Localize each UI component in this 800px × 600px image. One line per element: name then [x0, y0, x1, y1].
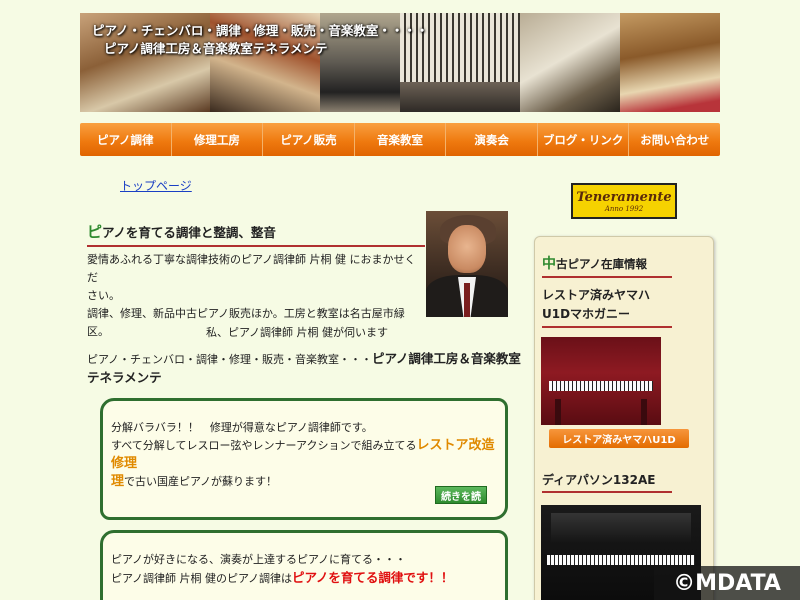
heading-first-char: ピ [87, 223, 103, 241]
portrait-tie [464, 283, 470, 317]
piano2-shine [551, 513, 691, 543]
logo-subtext: Anno 1992 [604, 204, 644, 213]
teneramente-logo[interactable]: Teneramente Anno 1992 [571, 183, 677, 219]
tagline-plain: ピアノ・チェンバロ・調律・修理・販売・音楽教室・・・ [87, 353, 373, 366]
nav-item-blog[interactable]: ブログ・リンク [538, 123, 630, 156]
nav-item-tuning[interactable]: ピアノ調律 [80, 123, 172, 156]
intro-line-2: さい。 [87, 289, 120, 302]
restore-line-1: 分解バラバラ！！ 修理が得意なピアノ調律師です。 [111, 421, 373, 434]
main-nav: ピアノ調律 修理工房 ピアノ販売 音楽教室 演奏会 ブログ・リンク お問い合わせ [80, 123, 720, 156]
piano1-title-line-1: レストア済みヤマハ [542, 288, 651, 302]
nav-item-sales[interactable]: ピアノ販売 [263, 123, 355, 156]
feature-box-restore: 分解バラバラ！！ 修理が得意なピアノ調律師です。 すべて分解してレスロー弦やレン… [100, 398, 508, 520]
piano1-leg-right [641, 399, 647, 425]
portrait-face [448, 225, 486, 273]
restore-line-2-pre: すべて分解してレスロー弦やレンナーアクションで組み立てる [111, 439, 417, 452]
piano1-title[interactable]: レストア済みヤマハ U1Dマホガニー [542, 286, 672, 328]
restore-line-2: すべて分解してレスロー弦やレンナーアクションで組み立てるレストア改造修理 [111, 437, 503, 473]
logo-text: Teneramente [576, 189, 672, 205]
piano2-keys [547, 555, 695, 565]
nav-item-contact[interactable]: お問い合わせ [629, 123, 720, 156]
header-banner: ピアノ・チェンバロ・調律・修理・販売・音楽教室・・・・ ピアノ調律工房＆音楽教室… [80, 13, 720, 112]
banner-photo-grand-piano [620, 13, 720, 112]
piano1-photo[interactable] [541, 337, 661, 425]
sidebar-heading-rest: 古ピアノ在庫情報 [556, 257, 647, 271]
intro-line-1: 愛情あふれる丁寧な調律技術のピアノ調律師 片桐 健 におまかせくだ [87, 253, 416, 284]
piano2-title[interactable]: ディアパソン132AE [542, 471, 672, 493]
watermark: ©MDATA [654, 566, 800, 600]
nav-item-school[interactable]: 音楽教室 [355, 123, 447, 156]
read-more-button[interactable]: 続きを読 [435, 486, 487, 504]
piano1-title-line-2: U1Dマホガニー [542, 307, 631, 321]
nav-item-repair[interactable]: 修理工房 [172, 123, 264, 156]
restore-line-3-text: で古い国産ピアノが蘇ります！ [124, 475, 278, 488]
tuning-line-1: ピアノが好きになる、演奏が上達するピアノに育てる・・・ [111, 553, 407, 566]
piano1-leg-left [555, 399, 561, 425]
tuning-line-2-pre: ピアノ調律師 片桐 健のピアノ調律は [111, 572, 293, 585]
restore-text: 分解バラバラ！！ 修理が得意なピアノ調律師です。 すべて分解してレスロー弦やレン… [111, 419, 503, 491]
page-heading: ピアノを育てる調律と整調、整音 [87, 221, 425, 247]
tuning-line-2: ピアノ調律師 片桐 健のピアノ調律はピアノを育てる調律です！！ [111, 569, 503, 588]
piano1-keys [549, 381, 653, 391]
piano1-link-button[interactable]: レストア済みヤマハU1D [549, 429, 689, 448]
banner-photo-repair [520, 13, 620, 112]
tuning-text: ピアノが好きになる、演奏が上達するピアノに育てる・・・ ピアノ調律師 片桐 健の… [111, 551, 503, 588]
tagline: ピアノ・チェンバロ・調律・修理・販売・音楽教室・・・ピアノ調律工房＆音楽教室テネ… [87, 350, 527, 388]
sidebar-heading-first: 中 [542, 256, 556, 272]
greeting-text: 私、ピアノ調律師 片桐 健が伺います [205, 326, 388, 339]
heading-rest: アノを育てる調律と整調、整音 [102, 225, 276, 240]
breadcrumb-top-link[interactable]: トップページ [120, 177, 192, 194]
sidebar-heading: 中古ピアノ在庫情報 [542, 253, 672, 278]
banner-tagline: ピアノ・チェンバロ・調律・修理・販売・音楽教室・・・・ [92, 23, 429, 38]
feature-box-tuning: ピアノが好きになる、演奏が上達するピアノに育てる・・・ ピアノ調律師 片桐 健の… [100, 530, 508, 600]
nav-item-concerts[interactable]: 演奏会 [446, 123, 538, 156]
tuning-highlight: ピアノを育てる調律です！！ [292, 570, 454, 585]
banner-site-name: ピアノ調律工房＆音楽教室テネラメンテ [104, 41, 328, 56]
tuner-portrait [426, 211, 508, 317]
restore-highlight-2: 理 [111, 474, 125, 489]
